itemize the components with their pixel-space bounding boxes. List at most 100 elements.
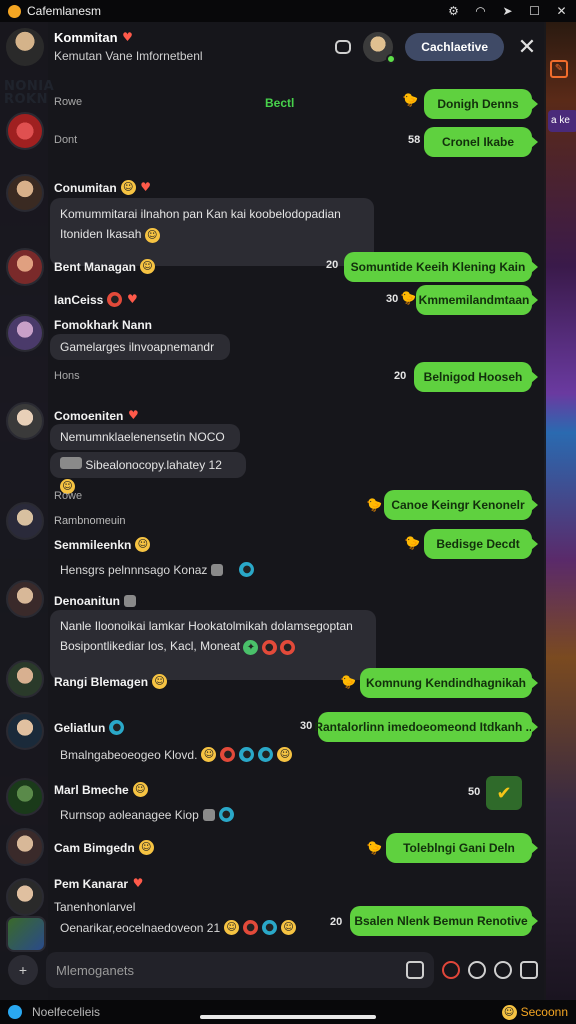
sender-name: Rangi Blemagen ☺ xyxy=(54,674,168,689)
chick-icon: 🐤 xyxy=(366,497,383,512)
contact-avatar[interactable] xyxy=(363,32,397,64)
sender-name: Cam Bimgedn ☺ xyxy=(54,840,154,855)
fire-emoji: ● xyxy=(107,292,123,307)
incoming-text[interactable]: Hensgrs pelnnnsago Konaz ● xyxy=(60,562,255,577)
avatar[interactable] xyxy=(6,402,44,440)
chick-icon: 🐤 xyxy=(404,535,421,550)
avatar[interactable] xyxy=(6,712,44,750)
avatar[interactable] xyxy=(6,878,44,916)
message-text: Bosipontlikediar los, Kacl, Moneat xyxy=(60,639,241,653)
incoming-text[interactable]: Bmalngabeoeogeo Klovd. ☺ ● ● ● ☺ xyxy=(60,747,293,762)
outgoing-bubble[interactable]: Donigh Denns xyxy=(424,89,538,119)
plus-icon[interactable]: + xyxy=(8,955,38,985)
fire-emoji: ● xyxy=(280,640,296,655)
drop-emoji: ● xyxy=(239,562,255,577)
incoming-bubble[interactable]: Nanle Iloonoikai lamkar Hookatolmikah do… xyxy=(50,610,376,680)
app-title: Cafemlanesm xyxy=(27,4,102,18)
app-icon xyxy=(8,4,21,18)
outgoing-bubble[interactable]: Bsalen Nlenk Bemun Renotive xyxy=(350,906,538,936)
incoming-text[interactable]: Rurnsop aoleanagee Kiop ● xyxy=(60,807,234,822)
smile-emoji: ☺ xyxy=(144,228,160,243)
outgoing-bubble[interactable]: Bedisge Decdt xyxy=(424,529,538,559)
outgoing-bubble[interactable]: Belnigod Hooseh xyxy=(414,362,538,392)
sender-name: Fomokhark Nann xyxy=(54,318,153,332)
message-text: Sibealonocopy.lahatey 12 xyxy=(85,458,222,472)
message-count: 30 xyxy=(386,293,399,305)
file-icon xyxy=(60,457,82,469)
incoming-bubble[interactable]: Sibealonocopy.lahatey 12 ☺ xyxy=(50,452,246,494)
message-count: 50 xyxy=(468,786,481,798)
send-icon[interactable]: ➤ xyxy=(501,4,514,18)
close-icon[interactable]: ✕ xyxy=(516,36,538,58)
sender-name-text: Pem Kanarar xyxy=(54,876,129,891)
smile-emoji: ☺ xyxy=(120,180,136,195)
bottom-right-status[interactable]: ☺ Secoonn xyxy=(501,1004,568,1020)
message-text: Nemumnklaelenensetin NOCO xyxy=(60,430,225,444)
avatar[interactable] xyxy=(6,248,44,286)
clock-icon[interactable] xyxy=(494,961,512,979)
avatar[interactable] xyxy=(6,660,44,698)
outgoing-bubble[interactable]: Canoe Keingr Kenonelr xyxy=(384,490,538,520)
game-background-right: ✎ a ke xyxy=(544,22,576,1000)
avatar[interactable] xyxy=(6,28,44,66)
message-text: Rurnsop aoleanagee Kiop xyxy=(60,807,199,822)
outgoing-bubble[interactable]: Cronel Ikabe xyxy=(424,127,538,157)
incoming-text[interactable]: Oenarikar,eocelnaedoveon 21 ☺ ● ● ☺ xyxy=(60,920,297,935)
active-status-pill[interactable]: Cachlaetive xyxy=(405,33,504,61)
sender-name-text: Marl Bmeche xyxy=(54,782,129,797)
smile-emoji: ☺ xyxy=(281,920,297,935)
incoming-bubble[interactable]: Gamelarges ilnvoapnemandr xyxy=(50,334,230,360)
message-text: Gamelarges ilnvoapnemandr xyxy=(60,340,215,354)
outgoing-bubble[interactable]: Toleblngi Gani Deln xyxy=(386,833,538,863)
outgoing-bubble[interactable]: Kmmemilandmtaan xyxy=(416,285,538,315)
chick-icon: 🐤 xyxy=(340,674,357,689)
avatar[interactable] xyxy=(6,828,44,866)
sticker-message[interactable]: ✔ xyxy=(486,776,522,810)
phone-icon[interactable] xyxy=(520,961,538,979)
avatar[interactable] xyxy=(6,112,44,150)
sender-name-text: Rangi Blemagen xyxy=(54,674,149,689)
close-icon[interactable]: ✕ xyxy=(555,4,568,18)
file-icon xyxy=(124,595,136,607)
avatar[interactable] xyxy=(6,174,44,212)
sender-name-text: Cam Bimgedn xyxy=(54,840,135,855)
avatar[interactable] xyxy=(6,778,44,816)
sender-name: Denoanitun xyxy=(54,594,136,608)
system-line: Hons xyxy=(54,370,80,382)
image-icon[interactable] xyxy=(406,961,424,979)
smile-emoji: ☺ xyxy=(135,537,151,552)
message-input[interactable] xyxy=(56,962,390,978)
heart-icon: ♥ xyxy=(127,408,139,422)
fire-emoji: ● xyxy=(220,747,236,762)
chat-title-row: Kommitan ♥ xyxy=(54,30,203,45)
window-icon[interactable]: ☐ xyxy=(528,4,541,18)
message-field xyxy=(46,952,434,988)
online-indicator xyxy=(386,54,397,64)
message-line: Komummitarai ilnahon pan Kan kai koobelo… xyxy=(60,207,341,221)
fire-emoji: ● xyxy=(243,920,259,935)
avatar[interactable] xyxy=(6,580,44,618)
outgoing-bubble[interactable]: Komnung Kendindhagnikah xyxy=(360,668,538,698)
drop-emoji: ● xyxy=(258,747,274,762)
chat-icon[interactable] xyxy=(335,40,352,54)
sender-name: Comoeniten ♥ xyxy=(54,408,139,423)
message-list[interactable]: Rowe Bectl 🐤 Donigh Denns Dont 58 Cronel… xyxy=(0,72,546,952)
incoming-bubble[interactable]: Nemumnklaelenensetin NOCO xyxy=(50,424,240,450)
chick-icon: 🐤 xyxy=(366,840,383,855)
sender-name-text: Comoeniten xyxy=(54,408,124,423)
incoming-bubble[interactable]: Komummitarai ilnahon pan Kan kai koobelo… xyxy=(50,198,374,266)
outgoing-bubble[interactable]: Rantalorlinn imedoeomeond Itdkanh ... xyxy=(314,712,538,742)
chick-icon: 🐤 xyxy=(402,92,419,107)
notification-icon[interactable] xyxy=(8,1005,22,1019)
sender-name: Bent Managan ☺ xyxy=(54,259,156,274)
avatar[interactable] xyxy=(6,502,44,540)
outgoing-bubble[interactable]: Somuntide Keeih Klening Kain xyxy=(344,252,538,282)
mic-icon[interactable] xyxy=(442,961,460,979)
home-indicator[interactable] xyxy=(200,1015,376,1019)
chat-panel: Kommitan ♥ Kemutan Vane Imfornetbenl Cac… xyxy=(0,22,546,1000)
chat-subtitle: Kemutan Vane Imfornetbenl xyxy=(54,49,203,63)
drop-emoji: ● xyxy=(218,807,234,822)
sticker-icon[interactable] xyxy=(468,961,486,979)
settings-icon[interactable]: ⚙ xyxy=(447,4,460,18)
avatar[interactable] xyxy=(6,314,44,352)
